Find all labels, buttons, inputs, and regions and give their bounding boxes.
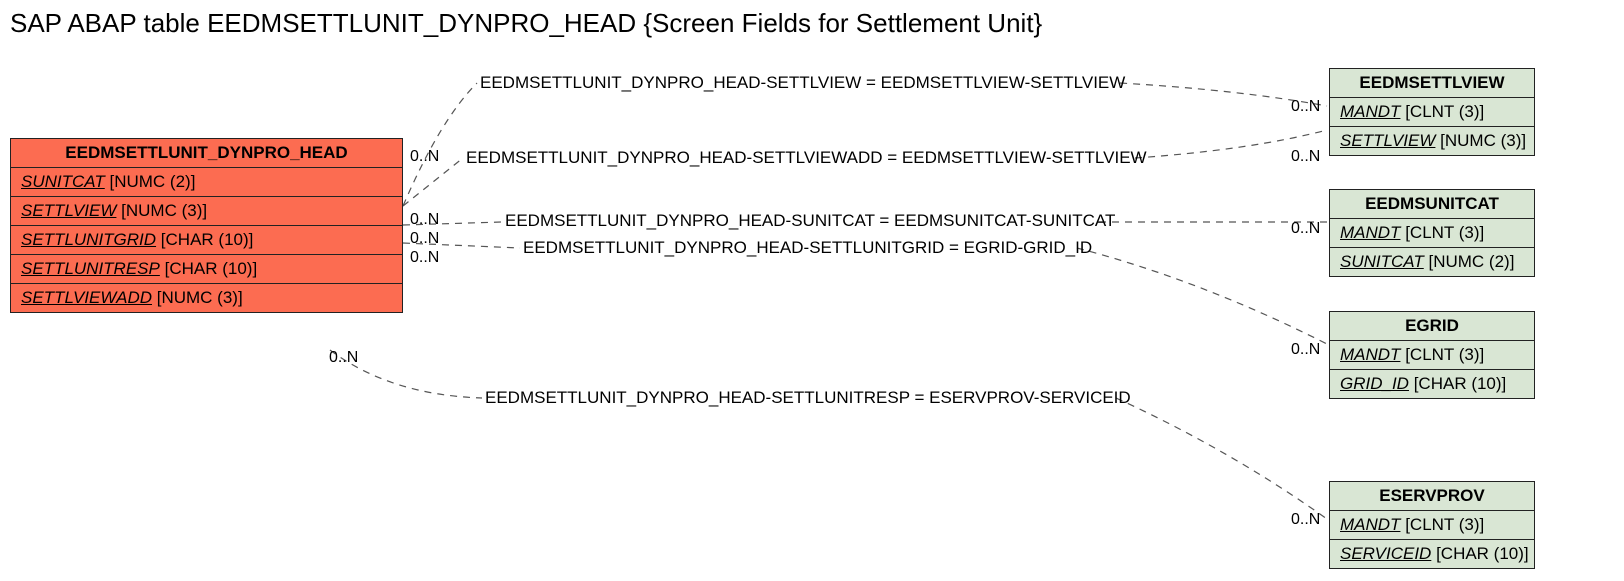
multiplicity-left: 0..N	[410, 211, 439, 229]
field-name: SETTLVIEW	[21, 201, 116, 220]
entity-main-header: EEDMSETTLUNIT_DYNPRO_HEAD	[11, 139, 402, 168]
entity-main-field: SETTLUNITRESP [CHAR (10)]	[11, 255, 402, 284]
multiplicity-left: 0..N	[410, 249, 439, 267]
field-name: SETTLUNITRESP	[21, 259, 160, 278]
field-name: SETTLUNITGRID	[21, 230, 156, 249]
multiplicity-right: 0..N	[1291, 98, 1320, 116]
entity-header: ESERVPROV	[1330, 482, 1534, 511]
relation-label: EEDMSETTLUNIT_DYNPRO_HEAD-SETTLUNITGRID …	[523, 238, 1092, 258]
entity-eedmsettlview: EEDMSETTLVIEW MANDT [CLNT (3)] SETTLVIEW…	[1329, 68, 1535, 156]
entity-field: MANDT [CLNT (3)]	[1330, 219, 1534, 248]
multiplicity-left: 0..N	[410, 148, 439, 166]
relation-label: EEDMSETTLUNIT_DYNPRO_HEAD-SETTLUNITRESP …	[485, 388, 1131, 408]
field-type: [CLNT (3)]	[1405, 102, 1484, 121]
multiplicity-right: 0..N	[1291, 220, 1320, 238]
entity-field: MANDT [CLNT (3)]	[1330, 341, 1534, 370]
entity-main-field: SUNITCAT [NUMC (2)]	[11, 168, 402, 197]
entity-main: EEDMSETTLUNIT_DYNPRO_HEAD SUNITCAT [NUMC…	[10, 138, 403, 313]
relation-label: EEDMSETTLUNIT_DYNPRO_HEAD-SETTLVIEW = EE…	[480, 73, 1125, 93]
entity-header: EGRID	[1330, 312, 1534, 341]
field-name: MANDT	[1340, 515, 1400, 534]
field-name: MANDT	[1340, 102, 1400, 121]
field-name: SETTLVIEWADD	[21, 288, 152, 307]
field-type: [CHAR (10)]	[161, 230, 254, 249]
field-type: [CLNT (3)]	[1405, 515, 1484, 534]
field-type: [CHAR (10)]	[165, 259, 258, 278]
field-type: [NUMC (2)]	[109, 172, 195, 191]
relation-label: EEDMSETTLUNIT_DYNPRO_HEAD-SUNITCAT = EED…	[505, 211, 1115, 231]
field-name: SUNITCAT	[1340, 252, 1424, 271]
entity-field: SUNITCAT [NUMC (2)]	[1330, 248, 1534, 276]
entity-field: GRID_ID [CHAR (10)]	[1330, 370, 1534, 398]
field-type: [CLNT (3)]	[1405, 223, 1484, 242]
multiplicity-left: 0..N	[329, 349, 358, 367]
multiplicity-left: 0..N	[410, 230, 439, 248]
entity-main-field: SETTLVIEW [NUMC (3)]	[11, 197, 402, 226]
entity-main-field: SETTLUNITGRID [CHAR (10)]	[11, 226, 402, 255]
multiplicity-right: 0..N	[1291, 511, 1320, 529]
relation-label: EEDMSETTLUNIT_DYNPRO_HEAD-SETTLVIEWADD =…	[466, 148, 1147, 168]
entity-field: SERVICEID [CHAR (10)]	[1330, 540, 1534, 568]
entity-egrid: EGRID MANDT [CLNT (3)] GRID_ID [CHAR (10…	[1329, 311, 1535, 399]
field-type: [CHAR (10)]	[1436, 544, 1529, 563]
field-type: [CHAR (10)]	[1414, 374, 1507, 393]
field-type: [NUMC (3)]	[121, 201, 207, 220]
entity-field: SETTLVIEW [NUMC (3)]	[1330, 127, 1534, 155]
field-type: [CLNT (3)]	[1405, 345, 1484, 364]
entity-field: MANDT [CLNT (3)]	[1330, 511, 1534, 540]
multiplicity-right: 0..N	[1291, 148, 1320, 166]
entity-main-field: SETTLVIEWADD [NUMC (3)]	[11, 284, 402, 312]
field-name: MANDT	[1340, 223, 1400, 242]
field-name: GRID_ID	[1340, 374, 1409, 393]
page-title: SAP ABAP table EEDMSETTLUNIT_DYNPRO_HEAD…	[10, 8, 1042, 39]
field-name: SERVICEID	[1340, 544, 1431, 563]
field-type: [NUMC (2)]	[1428, 252, 1514, 271]
field-type: [NUMC (3)]	[1440, 131, 1526, 150]
entity-header: EEDMSETTLVIEW	[1330, 69, 1534, 98]
entity-eedmsunitcat: EEDMSUNITCAT MANDT [CLNT (3)] SUNITCAT […	[1329, 189, 1535, 277]
multiplicity-right: 0..N	[1291, 341, 1320, 359]
field-type: [NUMC (3)]	[157, 288, 243, 307]
entity-eservprov: ESERVPROV MANDT [CLNT (3)] SERVICEID [CH…	[1329, 481, 1535, 569]
entity-header: EEDMSUNITCAT	[1330, 190, 1534, 219]
field-name: SUNITCAT	[21, 172, 105, 191]
entity-field: MANDT [CLNT (3)]	[1330, 98, 1534, 127]
field-name: SETTLVIEW	[1340, 131, 1435, 150]
field-name: MANDT	[1340, 345, 1400, 364]
